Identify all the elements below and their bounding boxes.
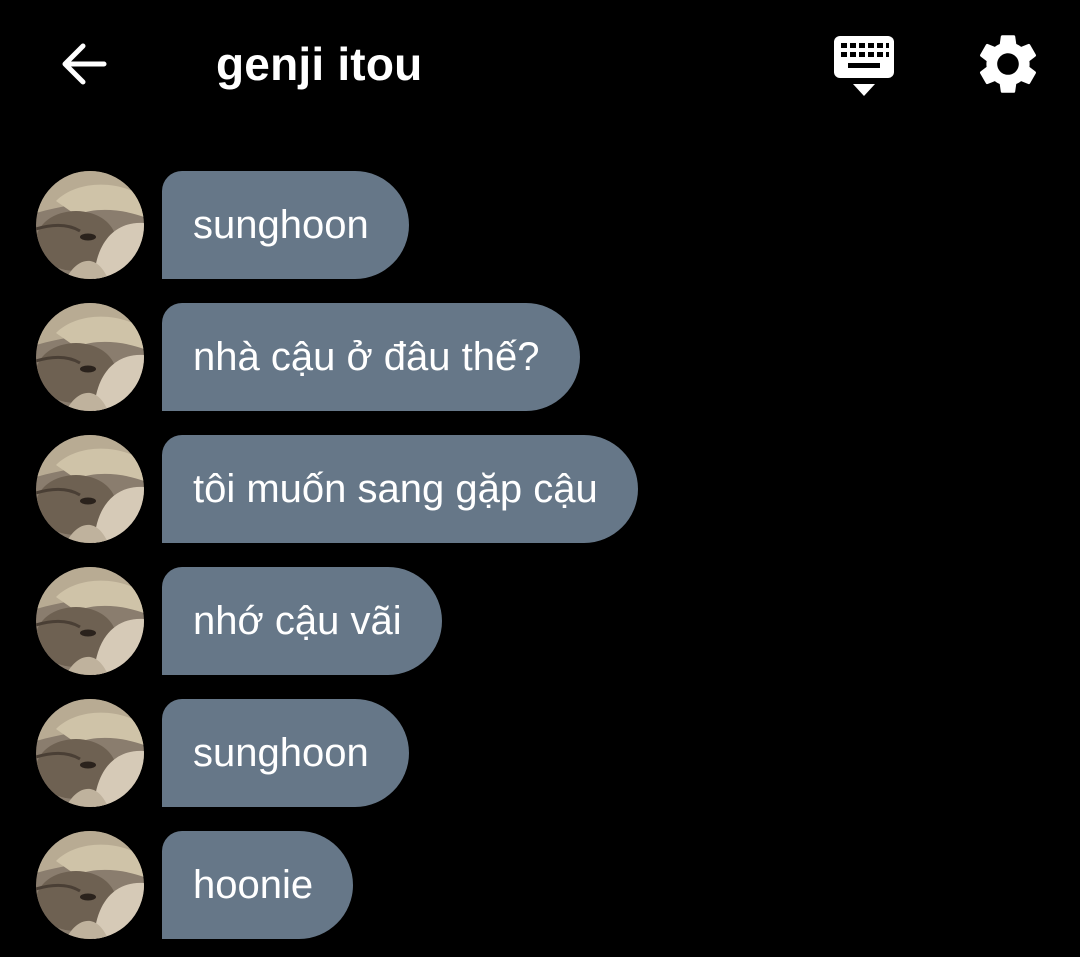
message-text: nhớ cậu vãi xyxy=(193,598,402,643)
avatar[interactable] xyxy=(36,699,144,807)
message-text: hoonie xyxy=(193,862,314,907)
message-text: sunghoon xyxy=(193,730,369,775)
message-row: tôi muốn sang gặp cậu xyxy=(36,435,1036,543)
avatar[interactable] xyxy=(36,435,144,543)
message-bubble[interactable]: nhà cậu ở đâu thế? xyxy=(162,303,580,411)
message-list: sunghoon nhà cậu ở đâu thế? tôi muốn san… xyxy=(0,0,1080,957)
message-bubble[interactable]: sunghoon xyxy=(162,699,409,807)
avatar-image xyxy=(36,831,144,939)
avatar[interactable] xyxy=(36,831,144,939)
avatar[interactable] xyxy=(36,567,144,675)
avatar-image xyxy=(36,567,144,675)
avatar-image xyxy=(36,171,144,279)
message-row: nhớ cậu vãi xyxy=(36,567,1036,675)
avatar-image xyxy=(36,303,144,411)
message-row: sunghoon xyxy=(36,171,1036,279)
message-bubble[interactable]: hoonie xyxy=(162,831,354,939)
avatar[interactable] xyxy=(36,303,144,411)
message-bubble[interactable]: sunghoon xyxy=(162,171,409,279)
message-row: nhà cậu ở đâu thế? xyxy=(36,303,1036,411)
message-bubble[interactable]: nhớ cậu vãi xyxy=(162,567,442,675)
message-row: hoonie xyxy=(36,831,1036,939)
message-text: sunghoon xyxy=(193,202,369,247)
message-text: tôi muốn sang gặp cậu xyxy=(193,466,598,511)
message-row: sunghoon xyxy=(36,699,1036,807)
avatar-image xyxy=(36,699,144,807)
message-bubble[interactable]: tôi muốn sang gặp cậu xyxy=(162,435,638,543)
avatar[interactable] xyxy=(36,171,144,279)
message-text: nhà cậu ở đâu thế? xyxy=(193,334,540,379)
avatar-image xyxy=(36,435,144,543)
